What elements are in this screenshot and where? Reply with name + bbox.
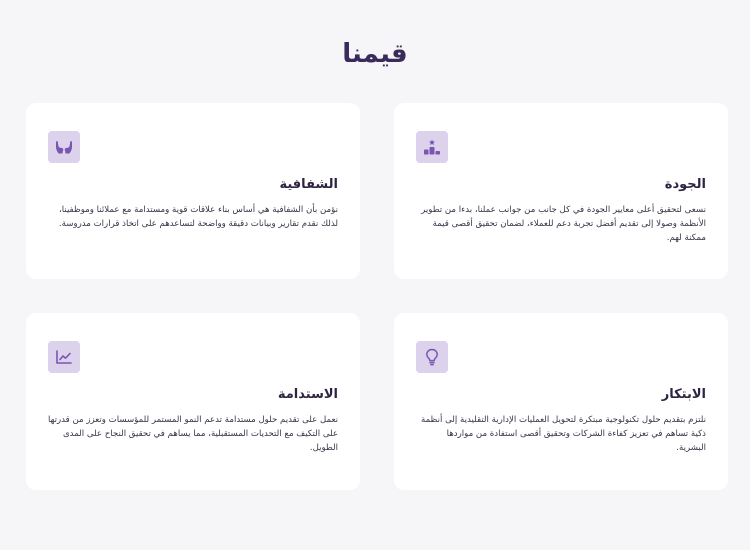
card-description: نؤمن بأن الشفافية هي أساس بناء علاقات قو… [58,205,338,229]
card-description: نعمل على تقديم حلول مستدامة تدعم النمو ا… [48,415,338,453]
chart-line-icon [56,350,72,364]
card-description: نسعى لتحقيق أعلى معايير الجودة في كل جان… [421,205,706,243]
value-card-sustainability: الاستدامة نعمل على تقديم حلول مستدامة تد… [26,313,360,490]
lightbulb-icon [426,348,438,366]
value-card-quality: الجودة نسعى لتحقيق أعلى معايير الجودة في… [394,103,728,279]
value-card-innovation: الابتكار نلتزم بتقديم حلول تكنولوجية مبت… [394,313,728,490]
podium-icon [424,139,440,155]
lightbulb-icon-tile [416,341,448,373]
page-title: قيمنا [342,39,408,69]
chart-line-icon-tile [48,341,80,373]
card-title: الجودة [664,177,706,192]
card-title: الاستدامة [277,387,338,402]
podium-icon-tile [416,131,448,163]
card-title: الابتكار [661,387,706,402]
card-title: الشفافية [279,177,338,192]
value-card-transparency: الشفافية نؤمن بأن الشفافية هي أساس بناء … [26,103,360,279]
card-description: نلتزم بتقديم حلول تكنولوجية مبتكرة لتحوي… [420,415,706,453]
hands-icon-tile [48,131,80,163]
hands-icon [56,141,72,154]
